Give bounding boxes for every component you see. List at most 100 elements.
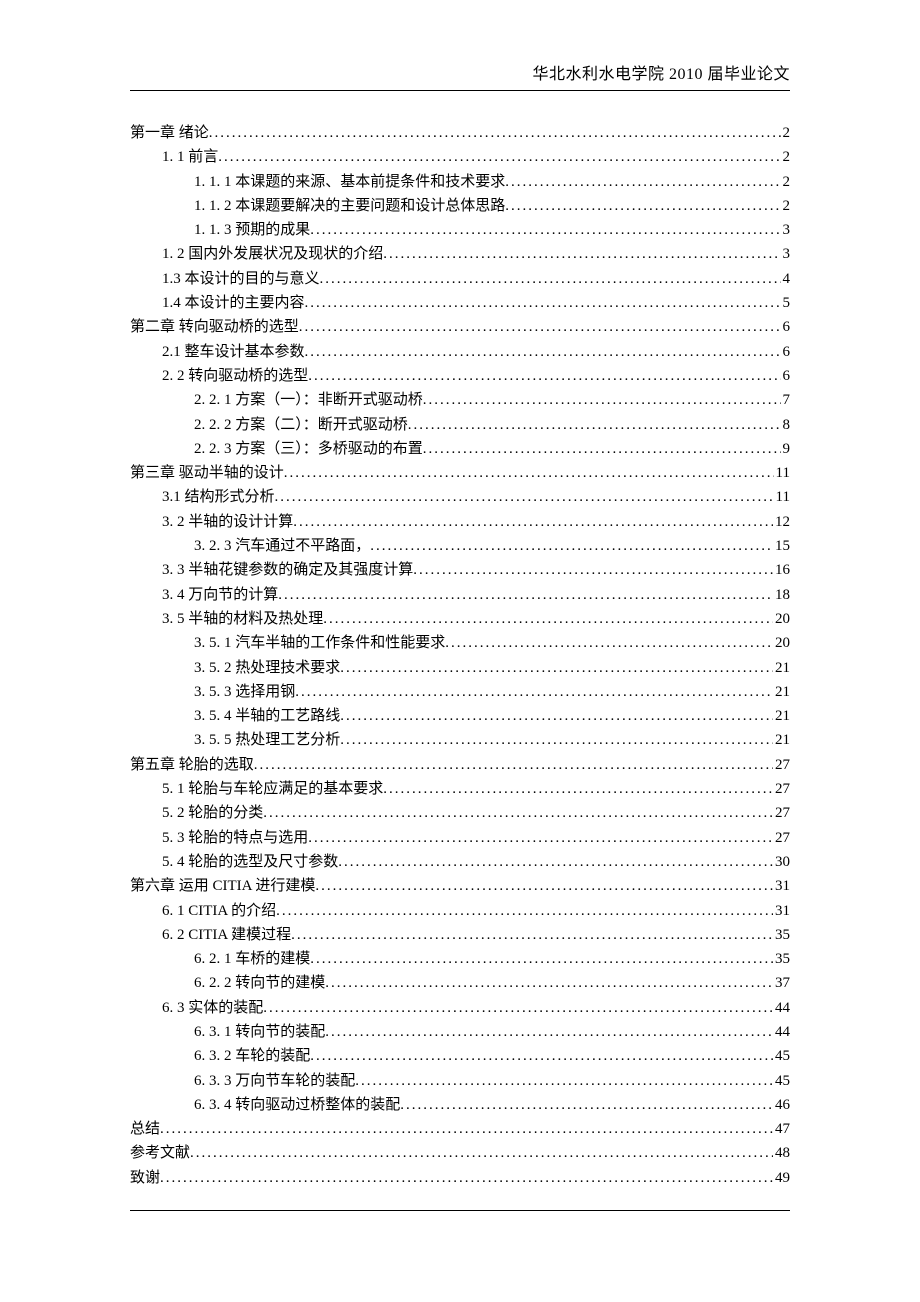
- toc-entry[interactable]: 5. 2 轮胎的分类27: [130, 801, 790, 825]
- toc-leader-dots: [340, 728, 773, 752]
- toc-leader-dots: [308, 364, 780, 388]
- toc-entry[interactable]: 第五章 轮胎的选取27: [130, 753, 790, 777]
- toc-entry-label: 1.3 本设计的目的与意义: [162, 267, 320, 291]
- toc-entry[interactable]: 3. 2 半轴的设计计算12: [130, 510, 790, 534]
- toc-entry[interactable]: 1.3 本设计的目的与意义4: [130, 267, 790, 291]
- toc-leader-dots: [275, 485, 774, 509]
- toc-entry-label: 6. 3. 3 万向节车轮的装配: [194, 1069, 355, 1093]
- toc-entry-page: 20: [773, 631, 790, 655]
- toc-entry-page: 27: [773, 801, 790, 825]
- toc-leader-dots: [400, 1093, 773, 1117]
- toc-entry-page: 3: [781, 218, 791, 242]
- toc-entry-page: 30: [773, 850, 790, 874]
- toc-entry[interactable]: 1. 2 国内外发展状况及现状的介绍 3: [130, 242, 790, 266]
- toc-entry[interactable]: 5. 3 轮胎的特点与选用27: [130, 826, 790, 850]
- toc-entry[interactable]: 第三章 驱动半轴的设计11: [130, 461, 790, 485]
- toc-leader-dots: [276, 899, 773, 923]
- toc-entry-label: 3. 3 半轴花键参数的确定及其强度计算: [162, 558, 413, 582]
- toc-entry-page: 8: [781, 413, 791, 437]
- toc-leader-dots: [338, 850, 773, 874]
- toc-entry[interactable]: 5. 4 轮胎的选型及尺寸参数30: [130, 850, 790, 874]
- toc-entry[interactable]: 2. 2. 2 方案（二）：断开式驱动桥8: [130, 413, 790, 437]
- toc-entry[interactable]: 3. 5. 3 选择用钢21: [130, 680, 790, 704]
- toc-leader-dots: [293, 510, 773, 534]
- toc-leader-dots: [340, 704, 773, 728]
- toc-entry[interactable]: 6. 2. 2 转向节的建模37: [130, 971, 790, 995]
- toc-entry[interactable]: 1. 1. 2 本课题要解决的主要问题和设计总体思路2: [130, 194, 790, 218]
- toc-entry[interactable]: 3. 5. 2 热处理技术要求21: [130, 656, 790, 680]
- toc-entry[interactable]: 参考文献48: [130, 1141, 790, 1165]
- toc-leader-dots: [160, 1166, 773, 1190]
- toc-entry-label: 5. 1 轮胎与车轮应满足的基本要求: [162, 777, 383, 801]
- toc-leader-dots: [305, 340, 781, 364]
- toc-entry-label: 6. 2. 1 车桥的建模: [194, 947, 310, 971]
- toc-entry-label: 3. 2 半轴的设计计算: [162, 510, 293, 534]
- toc-entry-page: 2: [781, 194, 791, 218]
- toc-entry-page: 15: [773, 534, 790, 558]
- toc-entry[interactable]: 6. 3. 2 车轮的装配45: [130, 1044, 790, 1068]
- toc-leader-dots: [413, 558, 773, 582]
- toc-entry[interactable]: 1. 1 前言2: [130, 145, 790, 169]
- toc-entry-label: 1.4 本设计的主要内容: [162, 291, 305, 315]
- toc-entry-page: 45: [773, 1069, 790, 1093]
- toc-entry-page: 7: [781, 388, 791, 412]
- toc-leader-dots: [254, 753, 773, 777]
- toc-entry-page: 45: [773, 1044, 790, 1068]
- toc-entry-label: 3. 2. 3 汽车通过不平路面，: [194, 534, 370, 558]
- toc-entry[interactable]: 3.1 结构形式分析11: [130, 485, 790, 509]
- toc-leader-dots: [325, 1020, 773, 1044]
- toc-entry[interactable]: 3. 5. 1 汽车半轴的工作条件和性能要求20: [130, 631, 790, 655]
- toc-leader-dots: [370, 534, 773, 558]
- toc-entry-label: 3. 5. 2 热处理技术要求: [194, 656, 340, 680]
- toc-entry[interactable]: 3. 5 半轴的材料及热处理20: [130, 607, 790, 631]
- toc-entry-label: 1. 2 国内外发展状况及现状的介绍: [162, 242, 383, 266]
- toc-entry-label: 3. 5 半轴的材料及热处理: [162, 607, 323, 631]
- toc-entry[interactable]: 6. 1 CITIA 的介绍31: [130, 899, 790, 923]
- toc-entry[interactable]: 第六章 运用 CITIA 进行建模31: [130, 874, 790, 898]
- toc-entry[interactable]: 3. 5. 4 半轴的工艺路线21: [130, 704, 790, 728]
- toc-entry-label: 3. 5. 3 选择用钢: [194, 680, 295, 704]
- toc-entry[interactable]: 致谢49: [130, 1166, 790, 1190]
- toc-entry-label: 总结: [130, 1117, 160, 1141]
- toc-leader-dots: [308, 826, 773, 850]
- toc-leader-dots: [263, 996, 773, 1020]
- toc-entry-page: 37: [773, 971, 790, 995]
- toc-entry[interactable]: 第二章 转向驱动桥的选型6: [130, 315, 790, 339]
- toc-entry-label: 第五章 轮胎的选取: [130, 753, 254, 777]
- toc-leader-dots: [355, 1069, 773, 1093]
- toc-entry-label: 2. 2. 3 方案（三）：多桥驱动的布置: [194, 437, 423, 461]
- toc-entry-page: 49: [773, 1166, 790, 1190]
- toc-entry-page: 2: [781, 170, 791, 194]
- toc-entry[interactable]: 6. 3. 4 转向驱动过桥整体的装配46: [130, 1093, 790, 1117]
- toc-entry[interactable]: 3. 3 半轴花键参数的确定及其强度计算16: [130, 558, 790, 582]
- toc-entry[interactable]: 3. 5. 5 热处理工艺分析21: [130, 728, 790, 752]
- toc-entry[interactable]: 2.1 整车设计基本参数6: [130, 340, 790, 364]
- toc-entry[interactable]: 6. 3. 1 转向节的装配44: [130, 1020, 790, 1044]
- toc-entry-page: 3: [781, 242, 791, 266]
- toc-entry[interactable]: 6. 3 实体的装配44: [130, 996, 790, 1020]
- toc-leader-dots: [160, 1117, 773, 1141]
- toc-entry-page: 11: [774, 461, 790, 485]
- toc-entry[interactable]: 1.4 本设计的主要内容5: [130, 291, 790, 315]
- toc-entry-label: 6. 3. 4 转向驱动过桥整体的装配: [194, 1093, 400, 1117]
- toc-entry[interactable]: 1. 1. 3 预期的成果3: [130, 218, 790, 242]
- toc-entry[interactable]: 5. 1 轮胎与车轮应满足的基本要求27: [130, 777, 790, 801]
- toc-leader-dots: [305, 291, 781, 315]
- toc-entry[interactable]: 3. 2. 3 汽车通过不平路面， 15: [130, 534, 790, 558]
- toc-entry[interactable]: 3. 4 万向节的计算18: [130, 583, 790, 607]
- toc-entry[interactable]: 6. 2 CITIA 建模过程35: [130, 923, 790, 947]
- toc-entry[interactable]: 2. 2. 1 方案（一）：非断开式驱动桥7: [130, 388, 790, 412]
- toc-entry[interactable]: 6. 3. 3 万向节车轮的装配 45: [130, 1069, 790, 1093]
- toc-entry[interactable]: 2. 2. 3 方案（三）：多桥驱动的布置9: [130, 437, 790, 461]
- toc-leader-dots: [323, 607, 773, 631]
- toc-entry[interactable]: 第一章 绪论2: [130, 121, 790, 145]
- toc-leader-dots: [325, 971, 773, 995]
- toc-entry-label: 第六章 运用 CITIA 进行建模: [130, 874, 315, 898]
- toc-entry[interactable]: 1. 1. 1 本课题的来源、基本前提条件和技术要求2: [130, 170, 790, 194]
- toc-entry[interactable]: 2. 2 转向驱动桥的选型6: [130, 364, 790, 388]
- toc-leader-dots: [445, 631, 773, 655]
- toc-entry[interactable]: 6. 2. 1 车桥的建模35: [130, 947, 790, 971]
- toc-entry-label: 3. 4 万向节的计算: [162, 583, 278, 607]
- document-page: 华北水利水电学院 2010 届毕业论文 第一章 绪论21. 1 前言21. 1.…: [0, 0, 920, 1261]
- toc-entry[interactable]: 总结47: [130, 1117, 790, 1141]
